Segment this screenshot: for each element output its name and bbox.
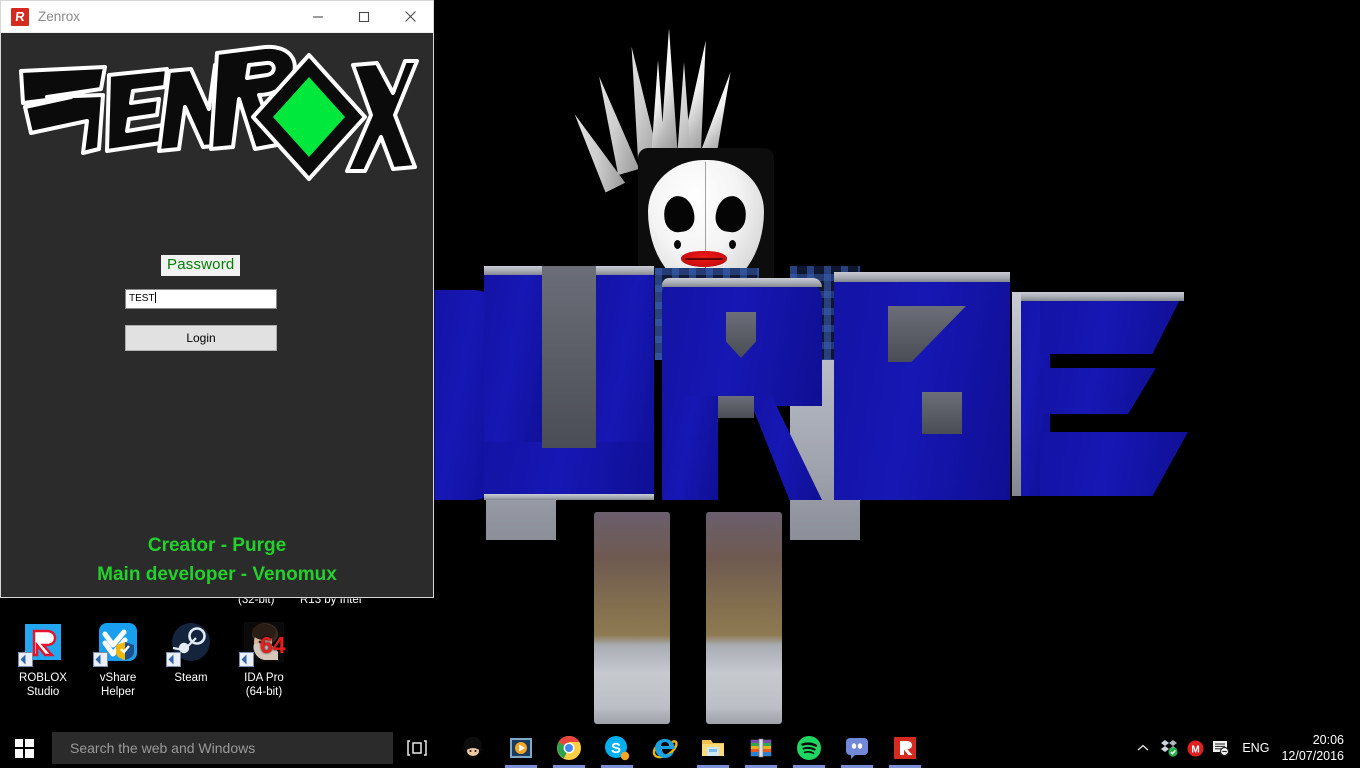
zenrox-logo: [19, 44, 419, 181]
chevron-up-icon: [1137, 744, 1149, 751]
ida-64-badge: 64: [260, 632, 286, 658]
mask-lips: [681, 251, 727, 267]
winrar-icon: [748, 735, 774, 761]
search-input[interactable]: Search the web and Windows: [52, 732, 393, 764]
taskbar-item-internet-explorer[interactable]: [641, 728, 689, 768]
svg-text:M: M: [1191, 744, 1199, 755]
shortcut-arrow-icon: [18, 652, 33, 667]
password-input[interactable]: TEST: [125, 289, 277, 309]
text-caret: [154, 292, 156, 303]
roblox-icon: [892, 735, 918, 761]
taskbar-item-goku[interactable]: [449, 728, 497, 768]
password-label: Password: [161, 255, 241, 276]
zenrox-logo-area: [1, 33, 433, 203]
window-title: Zenrox: [38, 9, 81, 24]
dropbox-tray-icon[interactable]: [1156, 728, 1182, 768]
character-leg-right: [706, 512, 782, 724]
discord-icon: [844, 735, 870, 761]
task-view-icon: [407, 740, 427, 756]
credit-creator: Creator - Purge: [147, 535, 287, 556]
steam-icon: [166, 618, 215, 667]
desktop-screen: (32-bit) R13 by Intel ROBLOX Studio vSha…: [0, 0, 1360, 768]
shortcut-arrow-icon: [239, 652, 254, 667]
windows-logo-icon: [14, 738, 34, 758]
spotify-icon: [796, 735, 822, 761]
svg-text:S: S: [611, 740, 621, 757]
login-button[interactable]: Login: [125, 325, 277, 351]
internet-explorer-icon: [652, 735, 678, 761]
desktop-icon-roblox-studio[interactable]: ROBLOX Studio: [0, 618, 86, 699]
taskbar-item-spotify[interactable]: [785, 728, 833, 768]
system-tray: M ENG 20:06 12/07/2016: [1130, 728, 1360, 768]
show-hidden-icons-button[interactable]: [1130, 728, 1156, 768]
taskbar-item-winrar[interactable]: [737, 728, 785, 768]
taskbar-item-roblox[interactable]: [881, 728, 929, 768]
taskbar-item-chrome[interactable]: [545, 728, 593, 768]
taskbar-item-media-player[interactable]: [497, 728, 545, 768]
taskbar-item-skype[interactable]: S: [593, 728, 641, 768]
desktop-icon-label: IDA Pro (64-bit): [244, 672, 284, 698]
taskbar-item-discord[interactable]: [833, 728, 881, 768]
media-player-icon: [508, 735, 534, 761]
desktop-icon-ida-pro[interactable]: 64 IDA Pro (64-bit): [221, 618, 307, 699]
roblox-icon: [11, 7, 29, 26]
vshare-helper-icon: [93, 618, 142, 667]
mail-tray-icon[interactable]: M: [1182, 728, 1208, 768]
taskbar-item-file-explorer[interactable]: [689, 728, 737, 768]
roblox-studio-icon: [18, 618, 67, 667]
shortcut-arrow-icon: [166, 652, 181, 667]
goku-icon: [460, 735, 486, 761]
search-placeholder: Search the web and Windows: [70, 740, 256, 756]
desktop-icon-label: ROBLOX Studio: [19, 672, 67, 698]
task-view-button[interactable]: [393, 728, 441, 768]
window-titlebar[interactable]: Zenrox: [1, 1, 433, 33]
mask-tear-right: [729, 240, 736, 249]
ida-pro-icon: 64: [239, 618, 288, 667]
taskbar-pinned-items: S: [449, 728, 929, 768]
mask-tear-left: [674, 240, 681, 249]
minimize-button[interactable]: [295, 1, 341, 33]
clock-date: 12/07/2016: [1281, 749, 1344, 763]
zenrox-window[interactable]: Zenrox: [0, 0, 434, 598]
chrome-icon: [556, 735, 582, 761]
file-explorer-icon: [700, 735, 726, 761]
skype-icon: S: [604, 735, 630, 761]
action-center-icon[interactable]: [1208, 728, 1234, 768]
clock-time: 20:06: [1312, 733, 1344, 747]
character-leg-left: [594, 512, 670, 724]
clock[interactable]: 20:06 12/07/2016: [1277, 732, 1354, 764]
language-indicator[interactable]: ENG: [1234, 741, 1277, 755]
credit-developer: Main developer - Venomux: [97, 564, 337, 585]
close-button[interactable]: [387, 1, 433, 33]
start-button[interactable]: [0, 728, 48, 768]
maximize-button[interactable]: [341, 1, 387, 33]
password-input-value: TEST: [129, 293, 155, 304]
taskbar: Search the web and Windows S M ENG 20:06…: [0, 728, 1360, 768]
shortcut-arrow-icon: [93, 652, 108, 667]
